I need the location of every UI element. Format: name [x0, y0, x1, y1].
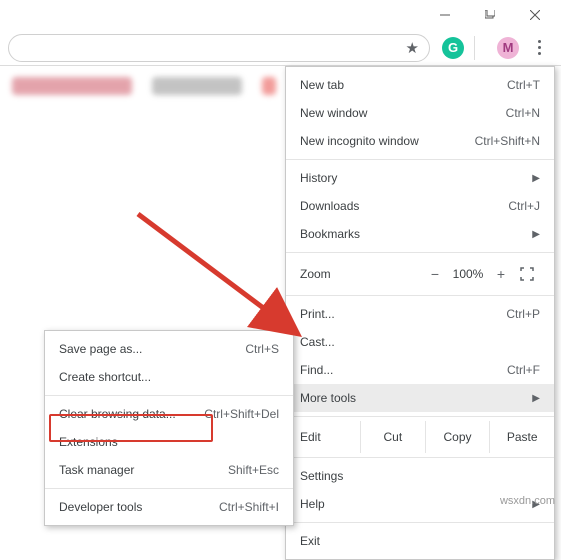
menu-item-label: New incognito window [300, 134, 475, 148]
menu-item-label: New tab [300, 78, 507, 92]
menu-item-label: Help [300, 497, 532, 511]
window-minimize-button[interactable] [422, 0, 467, 30]
menu-item-shortcut: Ctrl+Shift+N [475, 134, 540, 148]
menu-new-incognito[interactable]: New incognito window Ctrl+Shift+N [286, 127, 554, 155]
menu-item-label: Downloads [300, 199, 508, 213]
menu-item-shortcut: Ctrl+S [245, 342, 279, 356]
menu-item-label: Find... [300, 363, 507, 377]
submenu-extensions[interactable]: Extensions [45, 428, 293, 456]
chevron-right-icon: ▶ [532, 393, 540, 404]
extension-grammarly-icon[interactable]: G [442, 37, 464, 59]
edit-paste-button[interactable]: Paste [489, 421, 554, 453]
dot-icon [538, 40, 541, 43]
menu-item-label: Developer tools [59, 500, 219, 514]
menu-item-label: Extensions [59, 435, 279, 449]
menu-item-shortcut: Ctrl+F [507, 363, 540, 377]
menu-item-shortcut: Ctrl+Shift+I [219, 500, 279, 514]
menu-item-label: Cast... [300, 335, 540, 349]
menu-item-label: Clear browsing data... [59, 407, 204, 421]
menu-item-label: Settings [300, 469, 540, 483]
menu-bookmarks[interactable]: Bookmarks ▶ [286, 220, 554, 248]
more-tools-submenu: Save page as... Ctrl+S Create shortcut..… [44, 330, 294, 526]
menu-divider [45, 395, 293, 396]
close-icon [530, 10, 540, 20]
zoom-out-button[interactable]: − [422, 266, 448, 282]
menu-edit-row: Edit Cut Copy Paste [286, 421, 554, 453]
menu-divider [286, 522, 554, 523]
menu-history[interactable]: History ▶ [286, 164, 554, 192]
watermark: wsxdn.com [500, 495, 555, 507]
menu-item-shortcut: Shift+Esc [228, 463, 279, 477]
menu-item-label: Bookmarks [300, 227, 532, 241]
edit-copy-button[interactable]: Copy [425, 421, 490, 453]
edit-label: Edit [300, 430, 360, 444]
menu-item-label: Task manager [59, 463, 228, 477]
browser-toolbar: ★ G M [0, 30, 561, 66]
menu-zoom: Zoom − 100% + [286, 257, 554, 291]
menu-item-label: New window [300, 106, 506, 120]
window-titlebar [0, 0, 561, 30]
fullscreen-icon [520, 267, 534, 281]
menu-divider [286, 457, 554, 458]
menu-exit[interactable]: Exit [286, 527, 554, 555]
menu-item-shortcut: Ctrl+N [506, 106, 540, 120]
zoom-label: Zoom [300, 267, 422, 281]
menu-item-shortcut: Ctrl+J [508, 199, 540, 213]
menu-item-shortcut: Ctrl+P [506, 307, 540, 321]
profile-avatar[interactable]: M [497, 37, 519, 59]
window-close-button[interactable] [512, 0, 557, 30]
menu-print[interactable]: Print... Ctrl+P [286, 300, 554, 328]
submenu-developer-tools[interactable]: Developer tools Ctrl+Shift+I [45, 493, 293, 521]
menu-downloads[interactable]: Downloads Ctrl+J [286, 192, 554, 220]
zoom-in-button[interactable]: + [488, 266, 514, 282]
chrome-main-menu: New tab Ctrl+T New window Ctrl+N New inc… [285, 66, 555, 560]
submenu-task-manager[interactable]: Task manager Shift+Esc [45, 456, 293, 484]
chevron-right-icon: ▶ [532, 229, 540, 240]
submenu-save-page[interactable]: Save page as... Ctrl+S [45, 335, 293, 363]
menu-divider [286, 159, 554, 160]
menu-settings[interactable]: Settings [286, 462, 554, 490]
zoom-percent: 100% [448, 267, 488, 281]
edit-cut-button[interactable]: Cut [360, 421, 425, 453]
chrome-menu-button[interactable] [525, 34, 553, 62]
menu-item-label: History [300, 171, 532, 185]
menu-item-label: Save page as... [59, 342, 245, 356]
window-maximize-button[interactable] [467, 0, 512, 30]
menu-item-label: Exit [300, 534, 540, 548]
menu-divider [286, 416, 554, 417]
menu-divider [286, 295, 554, 296]
fullscreen-button[interactable] [514, 267, 540, 281]
menu-more-tools[interactable]: More tools ▶ [286, 384, 554, 412]
submenu-clear-browsing-data[interactable]: Clear browsing data... Ctrl+Shift+Del [45, 400, 293, 428]
dot-icon [538, 52, 541, 55]
bookmark-star-icon[interactable]: ★ [406, 39, 419, 57]
menu-cast[interactable]: Cast... [286, 328, 554, 356]
maximize-icon [485, 10, 495, 20]
menu-item-label: More tools [300, 391, 532, 405]
menu-item-shortcut: Ctrl+T [507, 78, 540, 92]
menu-item-label: Create shortcut... [59, 370, 279, 384]
omnibox[interactable]: ★ [8, 34, 430, 62]
submenu-create-shortcut[interactable]: Create shortcut... [45, 363, 293, 391]
minimize-icon [440, 10, 450, 20]
menu-item-label: Print... [300, 307, 506, 321]
menu-find[interactable]: Find... Ctrl+F [286, 356, 554, 384]
menu-divider [45, 488, 293, 489]
menu-divider [286, 252, 554, 253]
menu-item-shortcut: Ctrl+Shift+Del [204, 407, 279, 421]
toolbar-separator [474, 36, 475, 60]
dot-icon [538, 46, 541, 49]
menu-new-tab[interactable]: New tab Ctrl+T [286, 71, 554, 99]
menu-new-window[interactable]: New window Ctrl+N [286, 99, 554, 127]
chevron-right-icon: ▶ [532, 173, 540, 184]
